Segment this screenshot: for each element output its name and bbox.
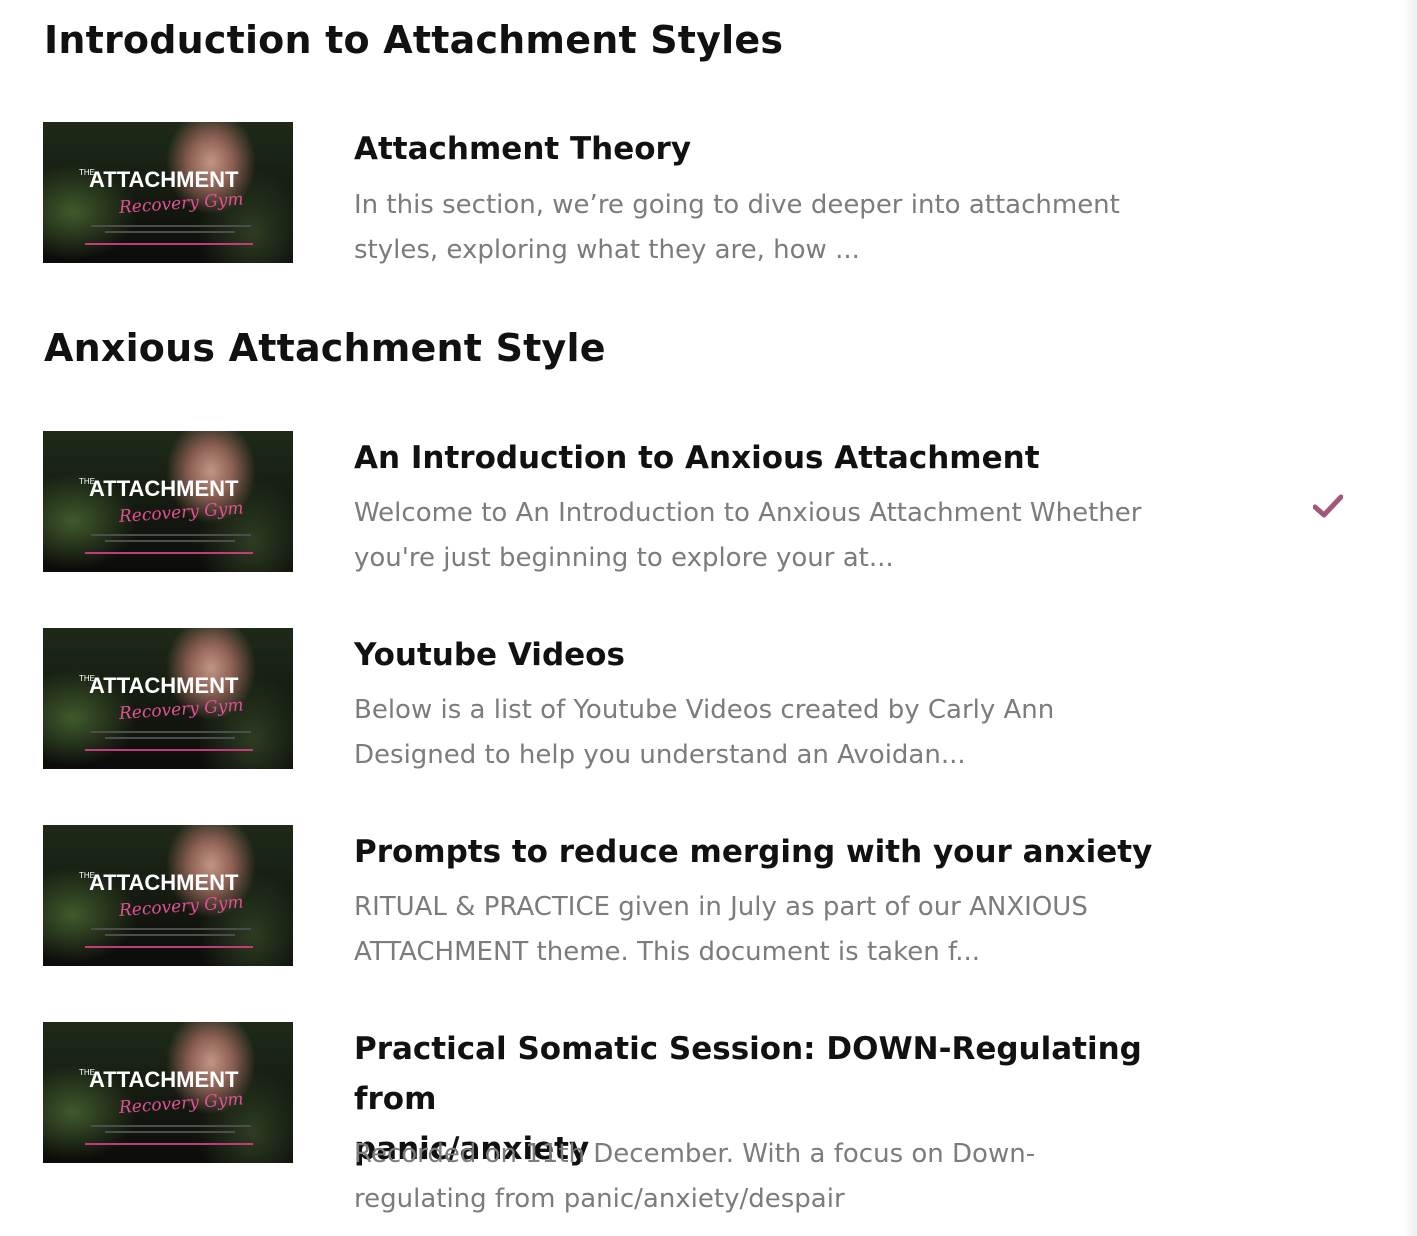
lesson-thumbnail[interactable]: THE ATTACHMENT Recovery Gym — [43, 825, 293, 966]
thumb-script: Recovery Gym — [117, 498, 244, 527]
lesson-thumbnail[interactable]: THE ATTACHMENT Recovery Gym — [43, 628, 293, 769]
desc-line: RITUAL & PRACTICE given in July as part … — [354, 892, 1088, 922]
thumb-headline: ATTACHMENT — [89, 167, 239, 192]
desc-line: Welcome to An Introduction to Anxious At… — [354, 498, 1142, 528]
lesson-title[interactable]: An Introduction to Anxious Attachment — [354, 433, 1040, 483]
lesson-title[interactable]: Attachment Theory — [354, 124, 691, 174]
section-title-anxious: Anxious Attachment Style — [44, 326, 606, 370]
lesson-description: Recorded on 11th December. With a focus … — [354, 1132, 1174, 1222]
lesson-description: Welcome to An Introduction to Anxious At… — [354, 491, 1174, 581]
desc-line: styles, exploring what they are, how ... — [354, 235, 860, 265]
check-icon — [1313, 494, 1343, 518]
title-line[interactable]: Practical Somatic Session: DOWN-Regulati… — [354, 1031, 1142, 1117]
thumb-fine-print — [85, 928, 253, 948]
scrollbar-track[interactable] — [1403, 0, 1417, 1236]
thumb-script: Recovery Gym — [117, 892, 244, 921]
thumb-fine-print — [85, 534, 253, 554]
lesson-thumbnail[interactable]: THE ATTACHMENT Recovery Gym — [43, 1022, 293, 1163]
thumb-fine-print — [85, 1125, 253, 1145]
section-title-intro: Introduction to Attachment Styles — [44, 18, 784, 62]
desc-line: In this section, we’re going to dive dee… — [354, 190, 1120, 220]
thumbnail-graphic: THE ATTACHMENT Recovery Gym — [79, 870, 253, 948]
lesson-description: Below is a list of Youtube Videos create… — [354, 688, 1174, 778]
lesson-attachment-theory[interactable]: THE ATTACHMENT Recovery Gym Attachment T… — [43, 122, 1363, 272]
thumb-headline: ATTACHMENT — [89, 1067, 239, 1092]
desc-line: regulating from panic/anxiety/despair — [354, 1184, 845, 1214]
thumbnail-graphic: THE ATTACHMENT Recovery Gym — [79, 167, 253, 245]
lesson-thumbnail[interactable]: THE ATTACHMENT Recovery Gym — [43, 122, 293, 263]
thumb-script: Recovery Gym — [117, 1089, 244, 1118]
thumb-script: Recovery Gym — [117, 189, 244, 218]
thumb-fine-print — [85, 225, 253, 245]
thumb-fine-print — [85, 731, 253, 751]
thumb-script: Recovery Gym — [117, 695, 244, 724]
lesson-title[interactable]: Prompts to reduce merging with your anxi… — [354, 827, 1152, 877]
desc-line: you're just beginning to explore your at… — [354, 543, 894, 573]
lesson-intro-anxious[interactable]: THE ATTACHMENT Recovery Gym An Introduct… — [43, 431, 1363, 581]
desc-line: Recorded on 11th December. With a focus … — [354, 1139, 1036, 1169]
lesson-prompts-merging[interactable]: THE ATTACHMENT Recovery Gym Prompts to r… — [43, 825, 1363, 975]
lesson-thumbnail[interactable]: THE ATTACHMENT Recovery Gym — [43, 431, 293, 572]
lesson-somatic-session[interactable]: THE ATTACHMENT Recovery Gym Practical So… — [43, 1022, 1363, 1222]
desc-line: Below is a list of Youtube Videos create… — [354, 695, 1055, 725]
thumb-headline: ATTACHMENT — [89, 870, 239, 895]
lesson-description: In this section, we’re going to dive dee… — [354, 183, 1174, 273]
lesson-youtube-videos[interactable]: THE ATTACHMENT Recovery Gym Youtube Vide… — [43, 628, 1363, 778]
desc-line: ATTACHMENT theme. This document is taken… — [354, 937, 980, 967]
thumbnail-graphic: THE ATTACHMENT Recovery Gym — [79, 673, 253, 751]
thumbnail-graphic: THE ATTACHMENT Recovery Gym — [79, 1067, 253, 1145]
thumb-headline: ATTACHMENT — [89, 476, 239, 501]
lesson-description: RITUAL & PRACTICE given in July as part … — [354, 885, 1174, 975]
lesson-title[interactable]: Youtube Videos — [354, 630, 625, 680]
thumb-headline: ATTACHMENT — [89, 673, 239, 698]
desc-line: Designed to help you understand an Avoid… — [354, 740, 966, 770]
thumbnail-graphic: THE ATTACHMENT Recovery Gym — [79, 476, 253, 554]
